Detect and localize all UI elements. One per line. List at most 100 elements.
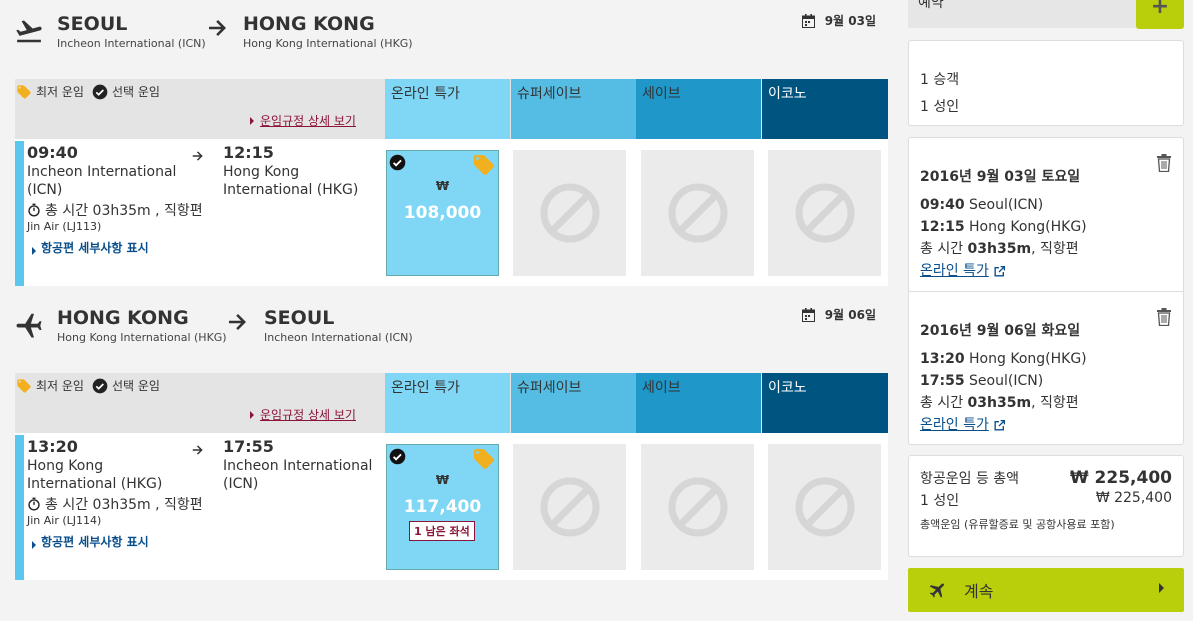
inbound-route-header: HONG KONG Hong Kong International (HKG) … [0,294,890,372]
itinerary-segment-outbound: 2016년 9월 03일 토요일 09:40 Seoul(ICN) 12:15 … [909,166,1183,282]
fare-legend: 최저 운임 선택 운임 [16,83,160,100]
dep-airport: Hong Kong International (HKG) [27,458,163,492]
unavailable-icon [540,477,600,537]
unavailable-icon [795,183,855,243]
segment-departure: 13:20 Hong Kong(HKG) [920,348,1172,370]
dep-airport: Incheon International (ICN) [27,164,177,198]
segment-fare-label: 온라인 특가 [920,263,989,279]
currency: ₩ [435,179,450,193]
triangle-right-icon [250,116,254,125]
stopwatch-icon [28,497,40,511]
lowest-fare-tag-icon [474,155,494,175]
total-note: 총액운임 (유류할증료 및 공항사용료 포함) [920,518,1115,531]
check-circle-icon [389,448,406,465]
continue-label: 계속 [964,582,994,601]
flight-duration: 총 시간 03h35m , 직항편 [27,200,203,220]
arrow-right-icon [192,151,203,161]
segment-arrival: 17:55 Seoul(ICN) [920,370,1172,392]
inbound-date-text: 9월 06일 [824,308,876,322]
flight-details-link[interactable]: 항공편 세부사항 표시 [32,533,149,550]
dest-airport: Incheon International (ICN) [264,331,413,344]
flight-details-link[interactable]: 항공편 세부사항 표시 [32,239,149,256]
outbound-route-header: SEOUL Incheon International (ICN) HONG K… [0,0,890,78]
dep-time: 13:20 [27,437,78,456]
outbound-origin: SEOUL Incheon International (ICN) [57,13,206,50]
fare-cell-super-save [513,444,626,570]
calendar-icon [801,307,815,322]
itinerary-summary: 2016년 9월 03일 토요일 09:40 Seoul(ICN) 12:15 … [908,137,1184,445]
outbound-fare-header: 최저 운임 선택 운임 운임규정 상세 보기 온라인 특가 슈퍼세이브 세이브 … [15,79,888,139]
segment-dep-place: Seoul(ICN) [969,197,1044,213]
segment-arr-place: Hong Kong(HKG) [969,219,1087,235]
tag-icon [17,378,31,393]
arrow-right-icon [192,445,203,455]
origin-airport: Incheon International (ICN) [57,37,206,50]
itinerary-segment-inbound: 2016년 9월 06일 화요일 13:20 Hong Kong(HKG) 17… [909,320,1183,436]
outbound-section: SEOUL Incheon International (ICN) HONG K… [0,0,890,286]
fare-cell-save [641,444,754,570]
col-online-special: 온라인 특가 [385,373,510,433]
segment-date: 2016년 9월 03일 토요일 [920,169,1081,185]
fare-rules-label: 운임규정 상세 보기 [260,408,356,422]
segment-arr-time: 17:55 [920,373,965,389]
duration-text: 총 시간 03h35m , 직항편 [45,497,203,513]
external-link-icon [994,419,1005,431]
check-circle-icon [389,154,406,171]
seats-left-badge: 1 남은 좌석 [409,521,475,541]
total-label: 항공운임 등 총액 [920,471,1020,487]
arrow-right-icon [229,314,246,330]
origin-city: HONG KONG [57,307,189,329]
outbound-flight-row: 09:40 Incheon International (ICN) 12:15 … [15,139,888,286]
dest-city: HONG KONG [243,13,375,35]
passenger-summary: 1 승객 1 성인 [908,40,1184,126]
triangle-right-icon [1159,583,1164,593]
legend-lowest: 최저 운임 [36,85,84,99]
currency: ₩ [435,473,450,487]
col-online-special: 온라인 특가 [385,79,510,139]
origin-airport: Hong Kong International (HKG) [57,331,227,344]
dest-city: SEOUL [264,307,335,329]
segment-dep-time: 13:20 [920,351,965,367]
fare-cell-save [641,150,754,276]
outbound-date: 9월 03일 [801,12,876,29]
booking-label: 예약 [918,0,944,11]
plane-icon [929,583,944,598]
continue-button[interactable]: 계속 [908,568,1184,612]
plus-icon: + [1150,0,1170,19]
outbound-date-text: 9월 03일 [824,14,876,28]
segment-date: 2016년 9월 06일 화요일 [920,323,1081,339]
fare-legend: 최저 운임 선택 운임 [16,377,160,394]
total-amount: ₩ 225,400 [1069,468,1172,488]
col-economy: 이코노 [762,373,888,433]
inbound-destination: SEOUL Incheon International (ICN) [264,307,413,344]
fare-cell-online-special[interactable]: ₩ 117,400 1 남은 좌석 [386,444,499,570]
segment-departure: 09:40 Seoul(ICN) [920,194,1172,216]
legend-lowest: 최저 운임 [36,379,84,393]
fare-price: 117,400 [403,497,482,517]
carrier: Jin Air (LJ114) [27,514,102,527]
segment-duration-label: 총 시간 [920,395,964,411]
fare-cell-online-special[interactable]: ₩ 108,000 [386,150,499,276]
segment-direct: , 직항편 [1031,395,1079,411]
triangle-right-icon [32,246,36,255]
fare-total-summary: 항공운임 등 총액 ₩ 225,400 1 성인 ₩ 225,400 총액운임 (유… [908,455,1184,557]
segment-fare-link[interactable]: 온라인 특가 [920,414,1006,436]
segment-duration-label: 총 시간 [920,241,964,257]
segment-fare-link[interactable]: 온라인 특가 [920,260,1006,282]
adult-label: 1 성인 [920,493,960,509]
origin-city: SEOUL [57,13,128,35]
dest-airport: Hong Kong International (HKG) [243,37,413,50]
fare-rules-link[interactable]: 운임규정 상세 보기 [250,112,356,129]
flight-duration: 총 시간 03h35m , 직항편 [27,494,203,514]
fare-rules-link[interactable]: 운임규정 상세 보기 [250,406,356,423]
stopwatch-icon [28,203,40,217]
selected-indicator [15,141,24,286]
expand-button[interactable]: + [1136,0,1184,29]
details-label: 항공편 세부사항 표시 [41,535,149,549]
adult-count: 1 성인 [920,99,960,115]
lowest-fare-tag-icon [474,449,494,469]
tag-icon [17,84,31,99]
carrier: Jin Air (LJ113) [27,220,102,233]
segment-direct: , 직항편 [1031,241,1079,257]
passenger-count: 1 승객 [920,72,960,88]
